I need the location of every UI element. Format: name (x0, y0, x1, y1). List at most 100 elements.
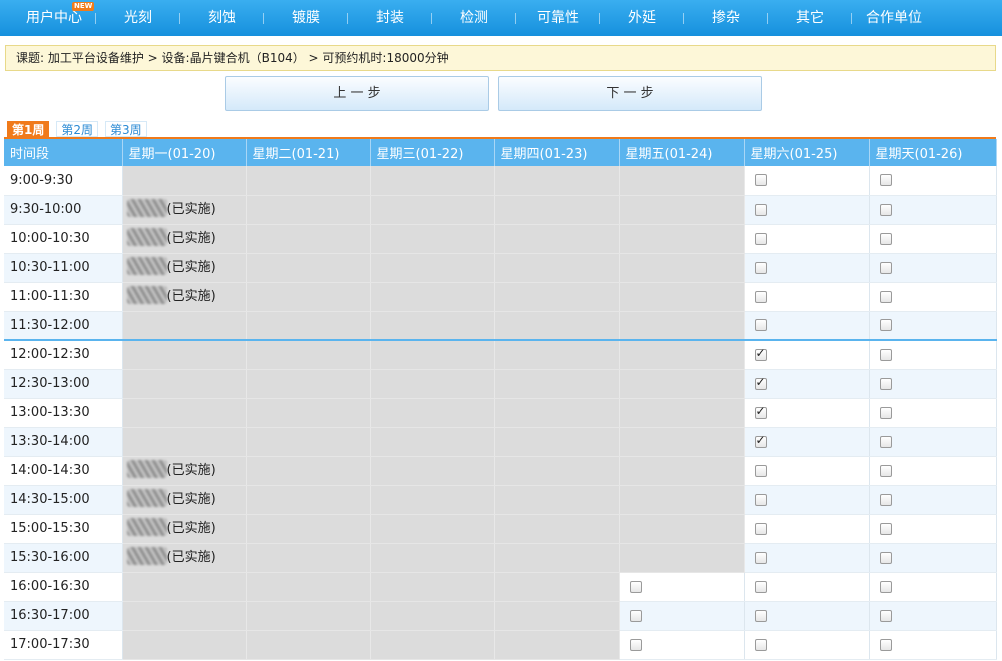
slot-checkbox[interactable] (754, 493, 767, 506)
tab-week-1[interactable]: 第1周 (7, 121, 50, 137)
tab-week-2[interactable]: 第2周 (56, 121, 98, 137)
slot-checkbox[interactable] (879, 203, 892, 216)
slot-checkbox[interactable] (879, 551, 892, 564)
slot-cell-sun (869, 311, 997, 341)
slot-cell-fri (619, 282, 745, 312)
slot-cell-mon (122, 398, 247, 428)
column-header: 星期五(01-24) (619, 139, 745, 166)
nav-item-9[interactable]: 其它 (768, 0, 852, 36)
slot-checkbox[interactable] (879, 580, 892, 593)
slot-cell-wed (370, 224, 495, 254)
slot-checkbox[interactable] (754, 174, 767, 187)
slot-cell-mon: (已实施) (122, 514, 247, 544)
nav-item-6[interactable]: 可靠性 (516, 0, 600, 36)
slot-checkbox[interactable] (754, 375, 767, 390)
slot-checkbox[interactable] (754, 203, 767, 216)
redacted-user-name (126, 488, 167, 507)
slot-checkbox[interactable] (879, 609, 892, 622)
slot-checkbox[interactable] (754, 232, 767, 245)
slot-checkbox[interactable] (754, 404, 767, 419)
slot-cell-thu (494, 427, 620, 457)
done-slot: (已实施) (126, 459, 216, 479)
slot-cell-sat (744, 253, 870, 283)
slot-cell-tue (246, 427, 371, 457)
table-row: 9:00-9:30 (4, 166, 997, 196)
slot-cell-wed (370, 311, 495, 341)
slot-checkbox[interactable] (629, 638, 642, 651)
slot-checkbox[interactable] (879, 174, 892, 187)
slot-cell-sat (744, 514, 870, 544)
nav-item-label: 封装 (376, 10, 404, 26)
prev-step-button[interactable]: 上 一 步 (225, 76, 489, 111)
slot-checkbox[interactable] (754, 346, 767, 361)
redacted-user-name (126, 517, 167, 536)
slot-checkbox[interactable] (754, 580, 767, 593)
redacted-user-name (126, 256, 167, 275)
slot-checkbox[interactable] (754, 261, 767, 274)
table-row: 16:30-17:00 (4, 601, 997, 631)
done-slot: (已实施) (126, 488, 216, 507)
slot-cell-wed (370, 398, 495, 428)
slot-cell-thu (494, 369, 620, 399)
slot-checkbox[interactable] (629, 609, 642, 622)
slot-checkbox[interactable] (879, 435, 892, 448)
column-header: 星期二(01-21) (246, 139, 371, 166)
slot-checkbox[interactable] (879, 261, 892, 274)
slot-checkbox[interactable] (879, 522, 892, 535)
table-row: 10:30-11:00 (已实施) (4, 253, 997, 283)
nav-item-7[interactable]: 外延 (600, 0, 684, 36)
slot-checkbox[interactable] (879, 493, 892, 506)
slot-checkbox[interactable] (754, 319, 767, 332)
redacted-user-name (126, 459, 167, 478)
slot-checkbox[interactable] (754, 464, 767, 477)
slot-cell-thu (494, 485, 620, 515)
slot-checkbox[interactable] (754, 551, 767, 564)
nav-item-3[interactable]: 镀膜 (264, 0, 348, 36)
slot-checkbox[interactable] (879, 348, 892, 361)
slot-cell-tue (246, 572, 371, 602)
slot-cell-thu (494, 543, 620, 573)
slot-cell-sun (869, 224, 997, 254)
slot-checkbox[interactable] (879, 290, 892, 303)
slot-checkbox[interactable] (879, 638, 892, 651)
done-slot: (已实施) (126, 546, 216, 565)
nav-item-8[interactable]: 掺杂 (684, 0, 768, 36)
time-slot-label: 9:00-9:30 (4, 166, 123, 196)
column-header: 时间段 (4, 139, 123, 166)
slot-checkbox[interactable] (754, 638, 767, 651)
slot-checkbox[interactable] (754, 522, 767, 535)
slot-checkbox[interactable] (629, 580, 642, 593)
slot-cell-sat (744, 601, 870, 631)
slot-checkbox[interactable] (754, 290, 767, 303)
slot-cell-mon: (已实施) (122, 253, 247, 283)
slot-checkbox[interactable] (879, 464, 892, 477)
nav-item-5[interactable]: 检测 (432, 0, 516, 36)
schedule-table: 时间段 星期一(01-20) 星期二(01-21) 星期三(01-22) 星期四(01-… (4, 139, 997, 660)
slot-checkbox[interactable] (879, 319, 892, 332)
tab-week-3[interactable]: 第3周 (105, 121, 147, 137)
slot-cell-mon (122, 572, 247, 602)
table-row: 12:00-12:30 (4, 339, 997, 370)
table-row: 15:00-15:30 (已实施) (4, 514, 997, 544)
slot-checkbox[interactable] (879, 406, 892, 419)
time-slot-label: 15:30-16:00 (4, 543, 123, 573)
slot-checkbox[interactable] (879, 377, 892, 390)
slot-checkbox[interactable] (879, 232, 892, 245)
nav-item-10[interactable]: 合作单位 (852, 0, 936, 36)
slot-cell-fri (619, 166, 745, 196)
nav-item-4[interactable]: 封装 (348, 0, 432, 36)
slot-cell-thu (494, 398, 620, 428)
time-slot-label: 12:00-12:30 (4, 339, 123, 370)
nav-item-2[interactable]: 刻蚀 (180, 0, 264, 36)
nav-item-0[interactable]: 用户中心 NEW (12, 0, 96, 36)
done-label: (已实施) (166, 463, 216, 479)
next-step-button[interactable]: 下 一 步 (498, 76, 762, 111)
slot-cell-sun (869, 166, 997, 196)
slot-checkbox[interactable] (754, 609, 767, 622)
slot-checkbox[interactable] (754, 433, 767, 448)
slot-cell-tue (246, 514, 371, 544)
nav-item-1[interactable]: 光刻 (96, 0, 180, 36)
done-label: (已实施) (166, 202, 216, 218)
slot-cell-mon: (已实施) (122, 456, 247, 486)
slot-cell-sat (744, 282, 870, 312)
